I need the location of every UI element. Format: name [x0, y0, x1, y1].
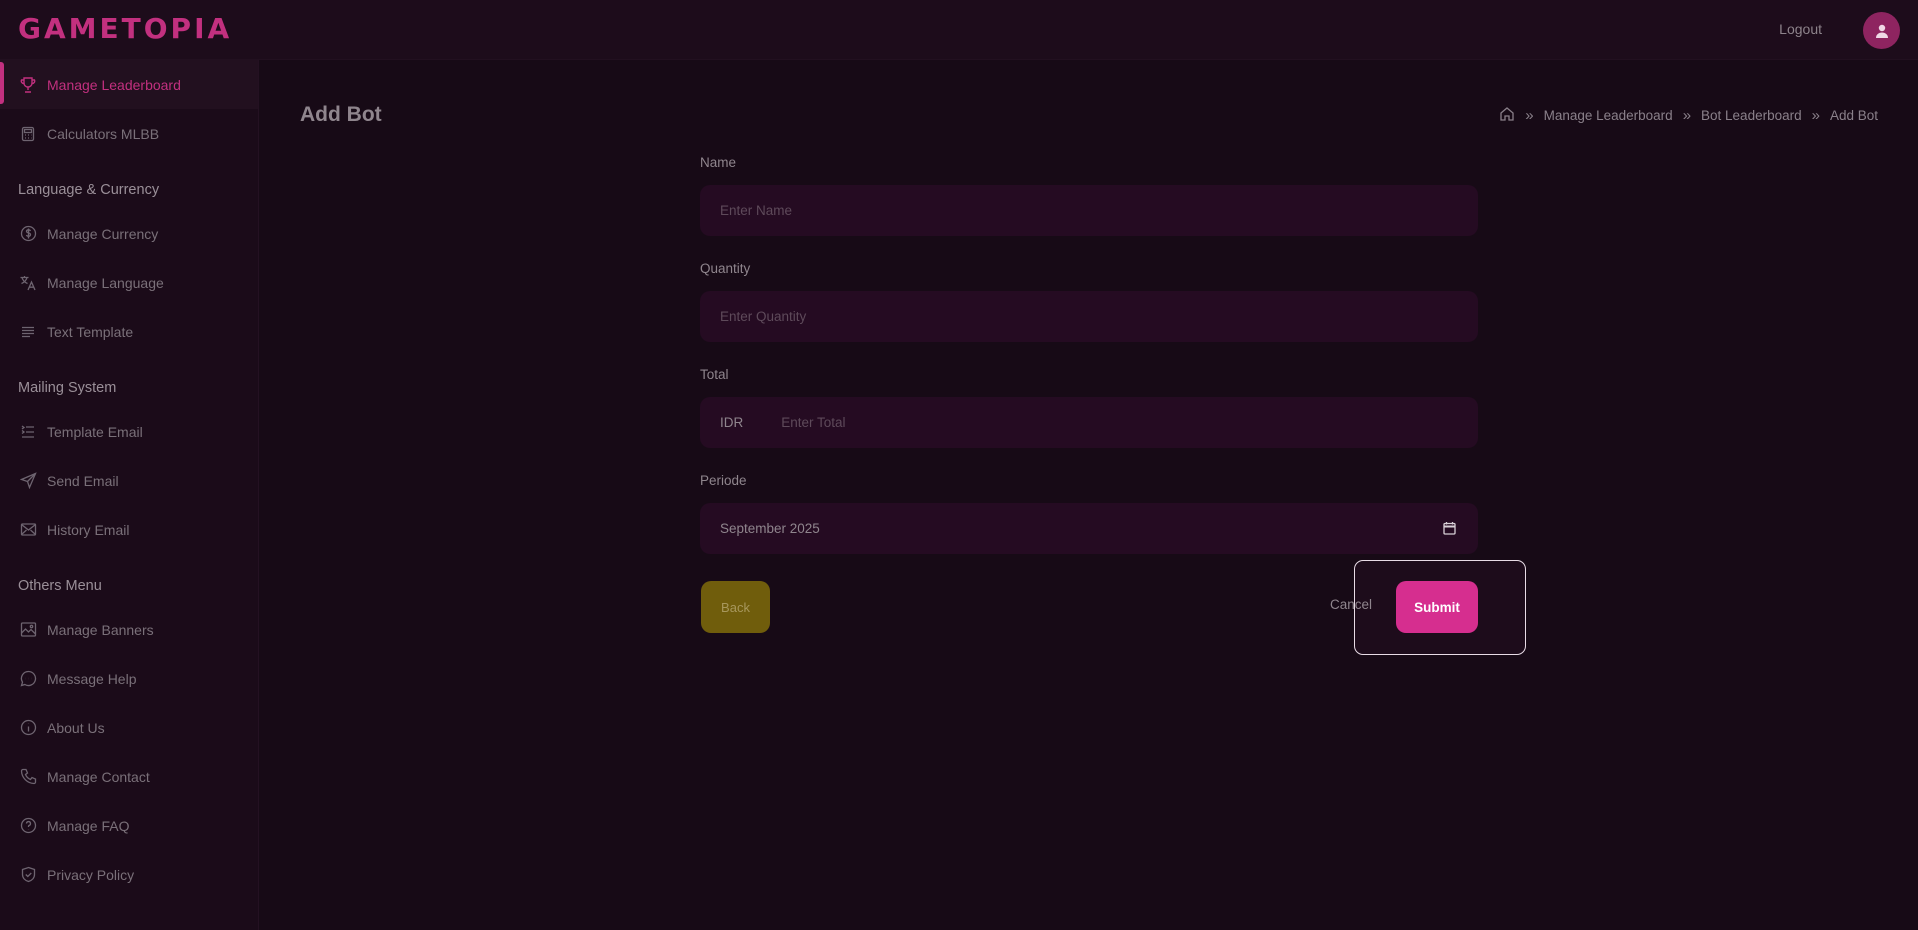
section-heading: Mailing System	[18, 379, 117, 396]
sidebar-item-label: Text Template	[47, 323, 134, 340]
sidebar: Manage Leaderboard Calculators MLBB Lang…	[0, 60, 259, 930]
sidebar-item-about-us[interactable]: About Us	[0, 703, 258, 752]
sidebar-item-label: Manage Currency	[47, 225, 159, 242]
trophy-icon	[18, 75, 38, 95]
sidebar-item-label: Template Email	[47, 423, 143, 440]
sidebar-item-message-help[interactable]: Message Help	[0, 654, 258, 703]
section-heading: Others Menu	[18, 577, 102, 594]
sidebar-item-label: Manage Banners	[47, 621, 154, 638]
sidebar-item-label: Send Email	[47, 472, 119, 489]
chat-icon	[18, 669, 38, 689]
sidebar-item-privacy-policy[interactable]: Privacy Policy	[0, 850, 258, 899]
sidebar-item-label: Message Help	[47, 670, 137, 687]
name-input[interactable]: Enter Name	[700, 185, 1478, 236]
question-icon	[18, 816, 38, 836]
quantity-placeholder: Enter Quantity	[720, 309, 807, 324]
sidebar-item-manage-contact[interactable]: Manage Contact	[0, 752, 258, 801]
avatar[interactable]	[1863, 12, 1900, 49]
add-bot-form: Name Enter Name Quantity Enter Quantity …	[700, 155, 1478, 579]
periode-input[interactable]: September 2025	[700, 503, 1478, 554]
sidebar-item-manage-banners[interactable]: Manage Banners	[0, 605, 258, 654]
text-lines-icon	[18, 322, 38, 342]
section-heading: Language & Currency	[18, 181, 160, 198]
chevron-double-right-icon: »	[1525, 107, 1534, 124]
sidebar-item-manage-leaderboard[interactable]: Manage Leaderboard	[0, 60, 258, 109]
sidebar-item-manage-currency[interactable]: Manage Currency	[0, 209, 258, 258]
breadcrumb: » Manage Leaderboard » Bot Leaderboard »…	[1499, 106, 1878, 125]
top-bar: GAMETOPIA Logout	[0, 0, 1918, 60]
total-input[interactable]: IDR Enter Total	[700, 397, 1478, 448]
send-icon	[18, 471, 38, 491]
phone-icon	[18, 767, 38, 787]
sidebar-item-label: Calculators MLBB	[47, 125, 160, 142]
sidebar-item-label: Manage Contact	[47, 768, 150, 785]
quantity-input[interactable]: Enter Quantity	[700, 291, 1478, 342]
sidebar-item-template-email[interactable]: Template Email	[0, 407, 258, 456]
sidebar-item-calculators-mlbb[interactable]: Calculators MLBB	[0, 109, 258, 158]
calculator-icon	[18, 124, 38, 144]
cancel-button[interactable]: Cancel	[1330, 597, 1372, 612]
sidebar-item-label: Manage Language	[47, 274, 164, 291]
chevron-double-right-icon: »	[1682, 107, 1692, 124]
sidebar-item-text-template[interactable]: Text Template	[0, 307, 258, 356]
sidebar-item-label: Manage FAQ	[47, 817, 130, 834]
sidebar-item-label: About Us	[47, 719, 105, 736]
breadcrumb-bot-leaderboard[interactable]: Bot Leaderboard	[1701, 108, 1802, 123]
periode-label: Periode	[700, 473, 747, 488]
periode-value: September 2025	[720, 521, 820, 536]
user-icon	[1875, 24, 1888, 38]
page-title: Add Bot	[300, 103, 382, 126]
quantity-label: Quantity	[700, 261, 751, 276]
logout-link[interactable]: Logout	[1779, 21, 1822, 37]
calendar-icon[interactable]	[1443, 521, 1456, 538]
sidebar-item-label: History Email	[47, 521, 130, 538]
currency-prefix: IDR	[720, 415, 744, 430]
sidebar-item-label: Privacy Policy	[47, 866, 135, 883]
chevron-double-right-icon: »	[1811, 107, 1820, 124]
submit-button[interactable]: Submit	[1396, 581, 1478, 633]
home-icon[interactable]	[1499, 106, 1515, 125]
sidebar-item-history-email[interactable]: History Email	[0, 505, 258, 554]
dollar-icon	[18, 224, 38, 244]
back-button[interactable]: Back	[701, 581, 770, 633]
image-icon	[18, 620, 38, 640]
info-icon	[18, 718, 38, 738]
sidebar-item-label: Manage Leaderboard	[47, 76, 181, 93]
total-placeholder: Enter Total	[781, 415, 846, 430]
mail-icon	[18, 520, 38, 540]
list-indent-icon	[18, 422, 38, 442]
name-placeholder: Enter Name	[720, 203, 793, 218]
breadcrumb-add-bot: Add Bot	[1829, 108, 1878, 123]
breadcrumb-manage-leaderboard[interactable]: Manage Leaderboard	[1544, 108, 1673, 123]
name-label: Name	[700, 155, 737, 170]
shield-icon	[18, 865, 38, 885]
sidebar-item-manage-language[interactable]: Manage Language	[0, 258, 258, 307]
app-logo[interactable]: GAMETOPIA	[18, 12, 232, 45]
sidebar-item-send-email[interactable]: Send Email	[0, 456, 258, 505]
translate-icon	[18, 273, 38, 293]
total-label: Total	[700, 367, 729, 382]
sidebar-item-manage-faq[interactable]: Manage FAQ	[0, 801, 258, 850]
